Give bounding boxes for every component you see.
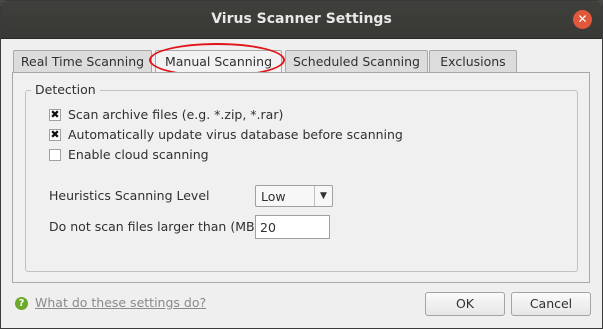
cancel-button[interactable]: Cancel	[511, 292, 591, 316]
ok-button[interactable]: OK	[425, 292, 505, 316]
cloud-scanning-label: Enable cloud scanning	[68, 147, 209, 162]
tab-scheduled-scanning[interactable]: Scheduled Scanning	[285, 50, 428, 72]
window-title: Virus Scanner Settings	[211, 11, 392, 27]
scan-archives-label: Scan archive files (e.g. *.zip, *.rar)	[68, 107, 284, 122]
help-link[interactable]: What do these settings do?	[35, 295, 206, 310]
detection-group-label: Detection	[31, 82, 100, 97]
chevron-down-icon[interactable]: ▼	[314, 186, 332, 206]
tab-manual-scanning[interactable]: Manual Scanning	[155, 50, 282, 73]
detection-group: ✖ Scan archive files (e.g. *.zip, *.rar)…	[25, 90, 578, 272]
max-size-input[interactable]	[255, 215, 330, 239]
help-icon[interactable]: ?	[15, 297, 28, 310]
heuristics-label: Heuristics Scanning Level	[49, 188, 210, 203]
title-bar[interactable]: Virus Scanner Settings ✕	[1, 1, 602, 39]
auto-update-checkbox[interactable]: ✖	[49, 129, 61, 141]
tab-real-time-scanning[interactable]: Real Time Scanning	[13, 50, 152, 72]
heuristics-select[interactable]: Low ▼	[255, 185, 333, 207]
manual-scanning-panel: ✖ Scan archive files (e.g. *.zip, *.rar)…	[12, 72, 590, 283]
auto-update-label: Automatically update virus database befo…	[68, 127, 403, 142]
scan-archives-checkbox[interactable]: ✖	[49, 109, 61, 121]
close-icon[interactable]: ✕	[573, 10, 592, 29]
max-size-label: Do not scan files larger than (MB)	[49, 219, 260, 234]
heuristics-value: Low	[261, 189, 286, 204]
settings-dialog: Virus Scanner Settings ✕ Real Time Scann…	[0, 0, 603, 329]
tab-exclusions[interactable]: Exclusions	[429, 50, 517, 72]
cloud-scanning-checkbox[interactable]	[49, 149, 61, 161]
